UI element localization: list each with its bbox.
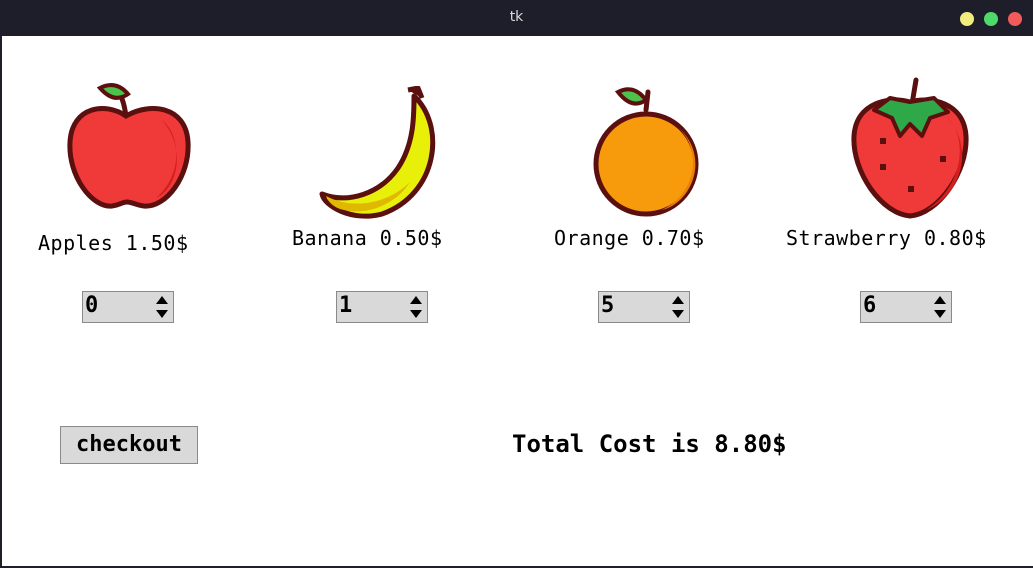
orange-decrement-arrow[interactable] — [669, 307, 687, 320]
strawberry-icon — [851, 77, 969, 219]
apples-decrement-arrow[interactable] — [153, 307, 171, 320]
title-bar[interactable]: tk — [0, 0, 1033, 36]
banana-quantity-value[interactable]: 1 — [339, 293, 352, 318]
main-window: Apples 1.50$ 0 Banana 0.50$ 1 Orange 0.7… — [2, 36, 1033, 566]
apple-icon — [67, 83, 191, 209]
product-label-orange: Orange 0.70$ — [554, 226, 705, 250]
product-label-apples: Apples 1.50$ — [38, 231, 189, 255]
total-cost-label: Total Cost is 8.80$ — [512, 430, 787, 458]
banana-decrement-arrow[interactable] — [407, 307, 425, 320]
strawberry-quantity-spinbox[interactable]: 6 — [860, 291, 952, 323]
strawberry-decrement-arrow[interactable] — [931, 307, 949, 320]
checkout-button[interactable]: checkout — [60, 426, 198, 464]
banana-quantity-spinbox[interactable]: 1 — [336, 291, 428, 323]
banana-icon — [319, 86, 436, 219]
maximize-button[interactable] — [984, 12, 998, 26]
product-label-banana: Banana 0.50$ — [292, 226, 443, 250]
window-title: tk — [509, 9, 524, 25]
strawberry-quantity-value[interactable]: 6 — [863, 293, 876, 318]
orange-quantity-spinbox[interactable]: 5 — [598, 291, 690, 323]
apples-quantity-spinbox[interactable]: 0 — [82, 291, 174, 323]
apples-increment-arrow[interactable] — [153, 294, 171, 307]
apples-quantity-value[interactable]: 0 — [85, 293, 98, 318]
orange-icon — [593, 87, 699, 217]
orange-increment-arrow[interactable] — [669, 294, 687, 307]
orange-quantity-value[interactable]: 5 — [601, 293, 614, 318]
strawberry-increment-arrow[interactable] — [931, 294, 949, 307]
close-button[interactable] — [1008, 12, 1022, 26]
banana-increment-arrow[interactable] — [407, 294, 425, 307]
product-label-strawberry: Strawberry 0.80$ — [786, 226, 987, 250]
minimize-button[interactable] — [960, 12, 974, 26]
